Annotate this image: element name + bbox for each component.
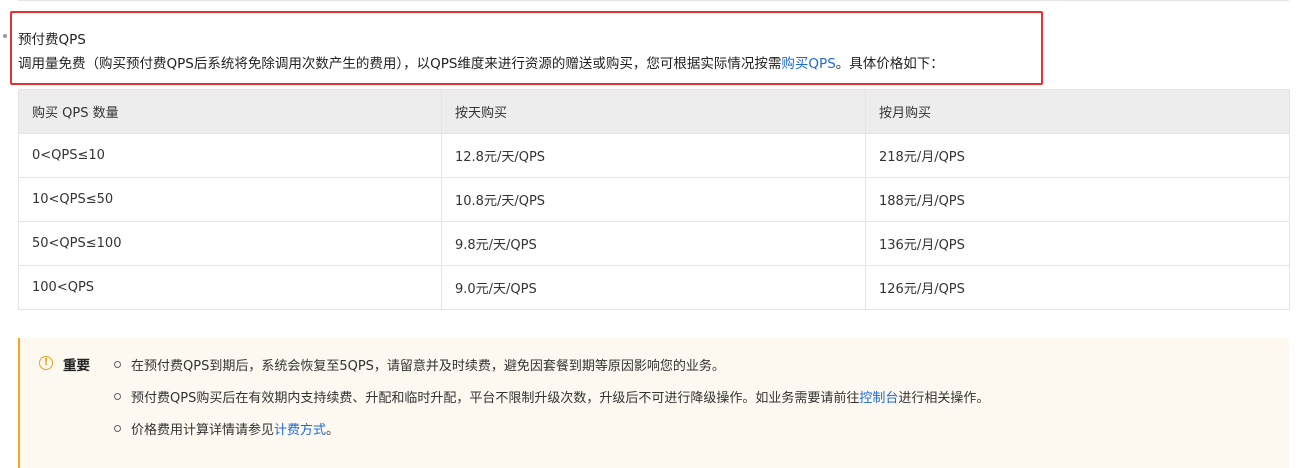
cell-monthly-price: 218元/月/QPS [865,133,1290,178]
cell-daily-price: 10.8元/天/QPS [441,177,866,222]
notice-item: 价格费用计算详情请参见计费方式。 [114,419,339,438]
circle-bullet-icon [114,361,121,368]
table-row: 0<QPS≤10 12.8元/天/QPS 218元/月/QPS [18,133,1290,178]
cell-monthly-price: 126元/月/QPS [865,265,1290,310]
circle-bullet-icon [114,393,121,400]
cell-qps-range: 50<QPS≤100 [18,221,442,266]
cell-monthly-price: 188元/月/QPS [865,177,1290,222]
header-daily: 按天购买 [441,89,866,134]
notice-item: 在预付费QPS到期后，系统会恢复至5QPS，请留意并及时续费，避免因套餐到期等原… [114,355,725,374]
top-divider [18,0,1289,1]
cell-daily-price: 9.8元/天/QPS [441,221,866,266]
list-bullet [3,34,7,38]
header-qps-quantity: 购买 QPS 数量 [18,89,442,134]
table-row: 10<QPS≤50 10.8元/天/QPS 188元/月/QPS [18,177,1290,222]
table-row: 100<QPS 9.0元/天/QPS 126元/月/QPS [18,265,1290,310]
notice-item-text: 预付费QPS购买后在有效期内支持续费、升配和临时升配，平台不限制升级次数，升级后… [131,391,860,406]
notice-item-tail: 进行相关操作。 [898,391,990,406]
highlight-box [10,11,1043,85]
notice-item-text: 在预付费QPS到期后，系统会恢复至5QPS，请留意并及时续费，避免因套餐到期等原… [131,359,725,374]
notice-item-text: 价格费用计算详情请参见 [131,423,275,438]
header-monthly: 按月购买 [865,89,1290,134]
important-notice: ! 重要 在预付费QPS到期后，系统会恢复至5QPS，请留意并及时续费，避免因套… [18,338,1289,468]
cell-daily-price: 12.8元/天/QPS [441,133,866,178]
console-link[interactable]: 控制台 [859,391,898,406]
notice-item: 预付费QPS购买后在有效期内支持续费、升配和临时升配，平台不限制升级次数，升级后… [114,387,989,406]
notice-label: 重要 [63,358,90,374]
cell-monthly-price: 136元/月/QPS [865,221,1290,266]
notice-item-tail: 。 [326,423,340,438]
cell-daily-price: 9.0元/天/QPS [441,265,866,310]
cell-qps-range: 10<QPS≤50 [18,177,442,222]
table-row: 50<QPS≤100 9.8元/天/QPS 136元/月/QPS [18,221,1290,266]
cell-qps-range: 100<QPS [18,265,442,310]
warning-circle-icon: ! [39,356,53,370]
circle-bullet-icon [114,425,121,432]
cell-qps-range: 0<QPS≤10 [18,133,442,178]
billing-method-link[interactable]: 计费方式 [274,423,326,438]
price-table: 购买 QPS 数量 按天购买 按月购买 0<QPS≤10 12.8元/天/QPS… [18,89,1290,310]
table-header-row: 购买 QPS 数量 按天购买 按月购买 [18,89,1290,134]
